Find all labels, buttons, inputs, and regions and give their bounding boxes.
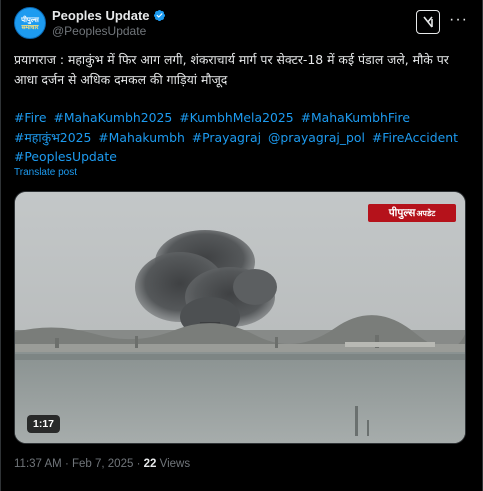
hashtag-link[interactable]: @prayagraj_pol [268, 130, 365, 145]
avatar[interactable]: पीपुल्स समाचार [14, 7, 46, 39]
hashtag-link[interactable]: #महाकुंभ2025 [14, 130, 91, 145]
watermark-main: पीपुल्स [388, 207, 416, 219]
post-date[interactable]: Feb 7, 2025 [72, 458, 133, 470]
hashtag-link[interactable]: #MahaKumbhFire [301, 110, 410, 125]
hashtag-link[interactable]: #FireAccident [372, 130, 458, 145]
meta-separator: · [64, 458, 72, 470]
grok-icon[interactable] [416, 10, 440, 34]
video-duration: 1:17 [27, 415, 61, 433]
meta-separator: · [136, 458, 144, 470]
post-card: पीपुल्स समाचार Peoples Update @PeoplesUp… [0, 0, 483, 491]
views-count: 22 [143, 458, 157, 470]
hashtag-link[interactable]: #Fire [14, 110, 47, 125]
views-label: Views [159, 458, 191, 470]
avatar-line1: पीपुल्स [21, 15, 39, 24]
handle[interactable]: @PeoplesUpdate [52, 24, 166, 39]
watermark-small: अपडेट [416, 208, 436, 218]
video-player[interactable]: पीपुल्स अपडेट 1:17 [14, 191, 466, 444]
verified-badge-icon [153, 9, 165, 22]
hashtag-link[interactable]: #MahaKumbh2025 [53, 110, 172, 125]
translate-post-link[interactable]: Translate post [14, 167, 77, 178]
hashtag-list: #Fire #MahaKumbh2025 #KumbhMela2025 #Mah… [14, 108, 472, 167]
author-names: Peoples Update @PeoplesUpdate [52, 8, 166, 39]
hashtag-link[interactable]: #Mahakumbh [98, 130, 185, 145]
hashtag-link[interactable]: #KumbhMela2025 [179, 110, 293, 125]
hashtag-link[interactable]: #PeoplesUpdate [14, 149, 117, 164]
post-time[interactable]: 11:37 AM [14, 458, 62, 470]
video-frame [15, 192, 465, 443]
name-row: Peoples Update [52, 8, 166, 24]
post-text: प्रयागराज : महाकुंभ में फिर आग लगी, शंकर… [14, 52, 449, 87]
avatar-line2: समाचार [21, 23, 39, 31]
display-name[interactable]: Peoples Update [52, 8, 150, 24]
post-meta: 11:37 AM · Feb 7, 2025 · 22 Views [14, 458, 190, 470]
more-options-icon[interactable]: ··· [449, 12, 468, 28]
river [15, 352, 465, 443]
post-header: पीपुल्स समाचार Peoples Update @PeoplesUp… [14, 6, 470, 40]
hashtag-link[interactable]: #Prayagraj [192, 130, 261, 145]
channel-watermark: पीपुल्स अपडेट [368, 204, 456, 222]
